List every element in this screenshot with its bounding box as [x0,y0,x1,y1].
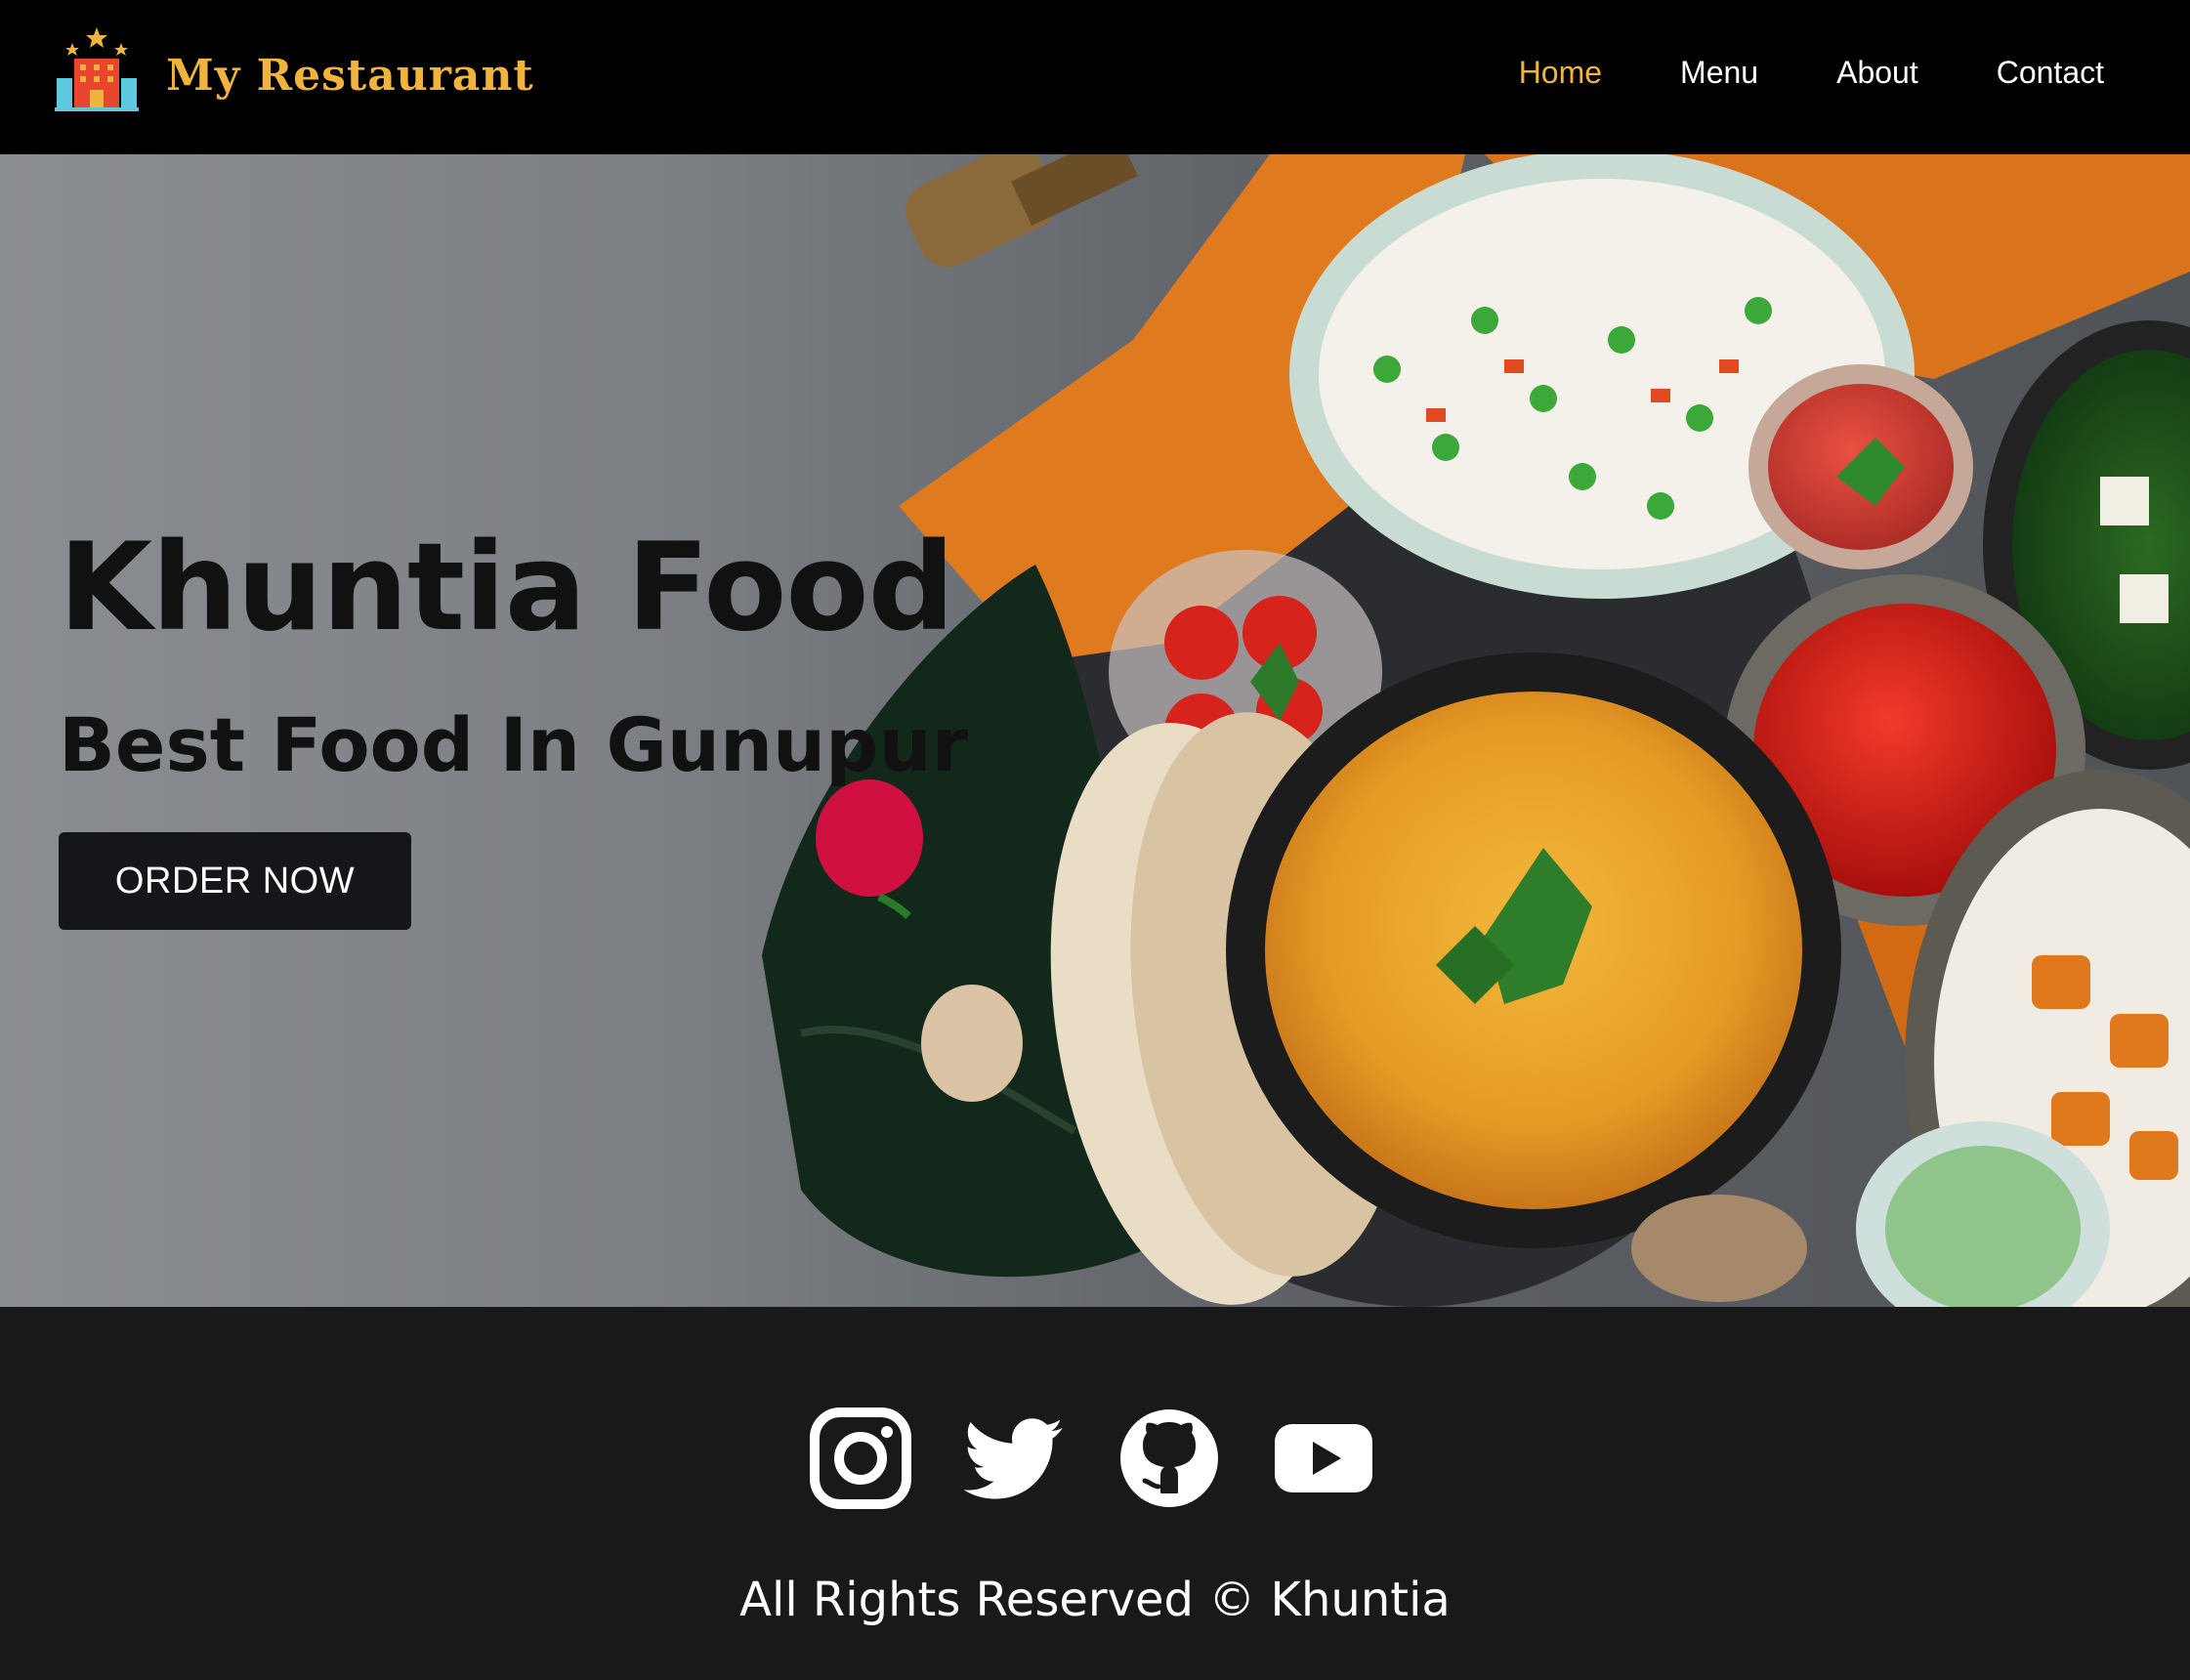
copyright-text: All Rights Reserved © Khuntia [739,1573,1451,1627]
nav-link-contact[interactable]: Contact [1997,55,2104,91]
hero-title: Khuntia Food [59,518,954,658]
twitter-icon[interactable] [961,1405,1069,1512]
github-icon[interactable] [1116,1405,1223,1512]
main-nav: Home Menu About Contact [1519,55,2104,91]
youtube-icon[interactable] [1270,1405,1377,1512]
brand-name[interactable]: My Restaurant [166,51,534,101]
hero-section: Khuntia Food Best Food In Gunupur ORDER … [0,154,2190,1307]
hero-subtitle: Best Food In Gunupur [59,701,969,788]
nav-link-home[interactable]: Home [1519,55,1602,91]
restaurant-building-icon [55,27,139,111]
instagram-icon[interactable] [807,1405,914,1512]
nav-link-about[interactable]: About [1836,55,1918,91]
social-links [807,1405,1377,1512]
order-now-button[interactable]: ORDER NOW [59,832,411,930]
nav-link-menu[interactable]: Menu [1680,55,1758,91]
navbar: My Restaurant Home Menu About Contact [0,0,2190,154]
footer: All Rights Reserved © Khuntia [0,1307,2190,1680]
brand-logo[interactable]: My Restaurant [51,25,534,117]
